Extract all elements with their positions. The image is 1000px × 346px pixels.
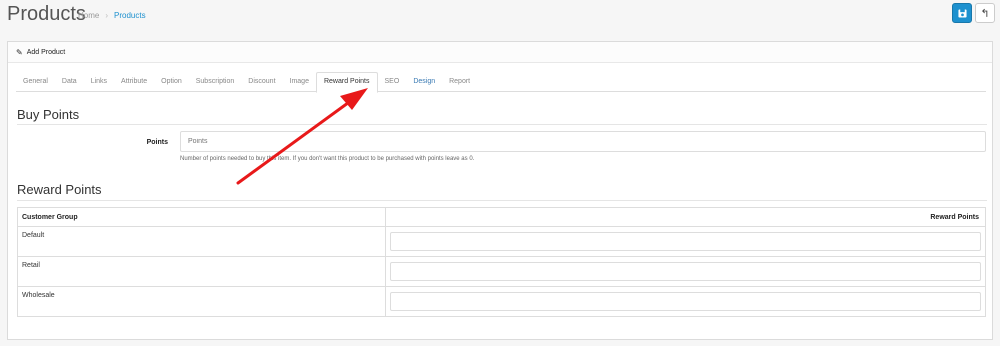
annotation-arrow xyxy=(236,88,368,185)
